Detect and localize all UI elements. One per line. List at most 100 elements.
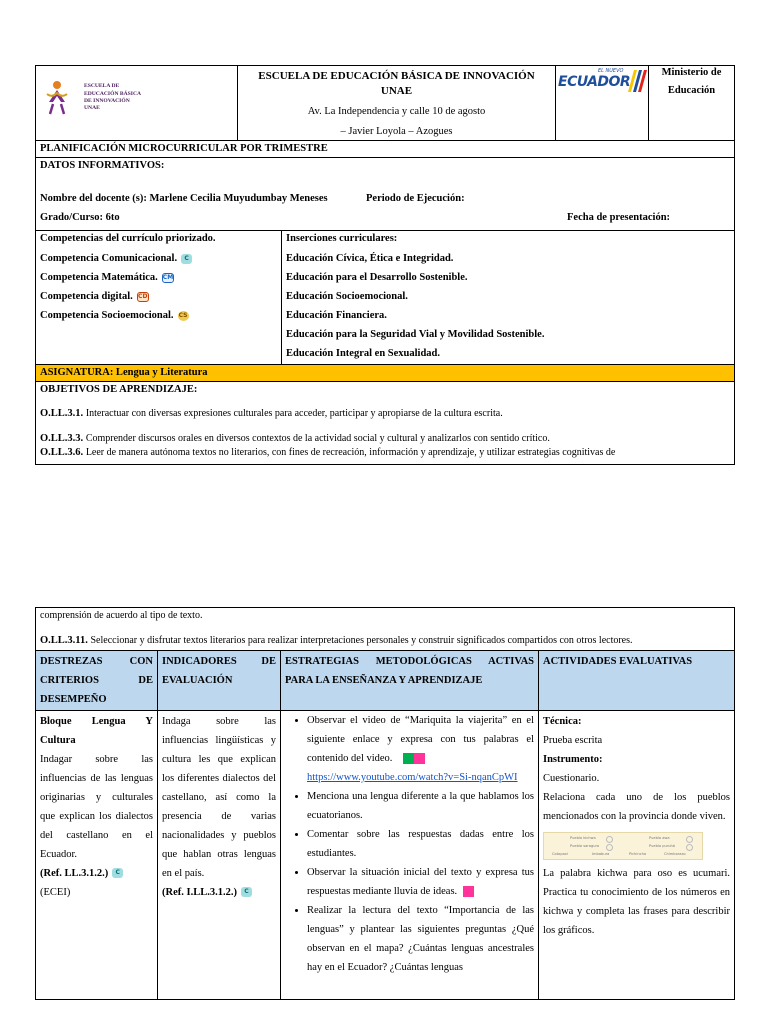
grado-label: Grado/Curso: 6to <box>40 212 120 224</box>
objetivo-text: Seleccionar y disfrutar textos literario… <box>90 634 633 646</box>
comunicacional-icon: C <box>112 868 124 879</box>
insercion-item: Educación Integral en Sexualidad. <box>286 348 441 360</box>
objetivo-1: O.LL.3.1. Interactuar con diversas expre… <box>40 407 730 421</box>
objetivo-4: O.LL.3.11. Seleccionar y disfrutar texto… <box>40 634 730 648</box>
circle-icon <box>686 835 693 843</box>
estrategia-item: Realizar la lectura del texto “Importanc… <box>307 901 534 977</box>
periodo-label: Periodo de Ejecución: <box>366 193 465 205</box>
instrumento-value: Cuestionario. <box>543 772 600 784</box>
objetivo-code: O.LL.3.6. <box>40 446 84 458</box>
pink-marker-icon <box>414 752 426 764</box>
tecnica-value: Prueba escrita <box>543 734 603 746</box>
competencia-matematica: Competencia Matemática. CM <box>40 268 277 287</box>
school-address: Av. La Independencia y calle 10 de agost… <box>307 105 486 117</box>
objetivos-cell: OBJETIVOS DE APRENDIZAJE: O.LL.3.1. Inte… <box>34 381 736 466</box>
mini-cell: Pueblo saraguro <box>570 843 600 848</box>
objetivos-title: OBJETIVOS DE APRENDIZAJE: <box>40 384 198 396</box>
estrategias-list: Observar el video de “Mariquita la viaje… <box>285 711 534 977</box>
school-logo-icon <box>46 81 68 115</box>
estrategia-text: Observar la situación inicial del texto … <box>307 866 534 897</box>
indicadores-cell: Indaga sobre las influencias lingüística… <box>157 709 281 1000</box>
info-table: PLANIFICACIÓN MICROCURRICULAR POR TRIMES… <box>34 140 736 466</box>
video-link[interactable]: https://www.youtube.com/watch?v=Si-nqanC… <box>307 772 518 783</box>
header-table: ESCUELA DE EDUCACIÓN BÁSICA DE INNOVACIÓ… <box>35 64 735 142</box>
competencia-label: Competencia digital. <box>40 291 133 303</box>
destrezas-ref: (Ref. LL.3.1.2.) C <box>40 864 153 883</box>
objetivo-text: Interactuar con diversas expresiones cul… <box>85 407 503 419</box>
digital-icon: CD <box>136 291 149 302</box>
ecuador-logo-text: ECUADOR <box>558 74 631 90</box>
ministry-cell: Ministerio de Educación <box>648 64 735 142</box>
estrategia-item: Comentar sobre las respuestas dadas entr… <box>307 825 534 863</box>
school-logo-line: UNAE <box>84 105 100 112</box>
school-location: – Javier Loyola – Azogues <box>340 125 453 137</box>
competencia-label: Competencia Matemática. <box>40 272 158 284</box>
destrezas-text: Indagar sobre las influencias de las len… <box>40 753 153 860</box>
docente-label: Nombre del docente (s): Marlene Cecilia … <box>40 193 328 205</box>
estrategia-item: Menciona una lengua diferente a la que h… <box>307 787 534 825</box>
relaciona-text: Relaciona cada uno de los pueblos mencio… <box>543 791 731 822</box>
school-logo-line: DE INNOVACIÓN <box>84 98 130 104</box>
matching-exercise-image: Pueblo kichwa Pueblo awa Pueblo saraguro… <box>543 831 703 860</box>
competencia-comunicacional: Competencia Comunicacional. C <box>40 249 277 268</box>
flag-stripes-icon <box>628 70 647 92</box>
circle-icon <box>686 843 693 851</box>
objetivo-code: O.LL.3.1. <box>40 407 84 419</box>
mini-cell: Imbabura <box>592 851 610 856</box>
circle-icon <box>606 843 613 851</box>
col-header-actividades: ACTIVIDADES EVALUATIVAS <box>537 649 736 711</box>
destrezas-ref-label: (Ref. LL.3.1.2.) <box>40 867 109 879</box>
mini-cell: Cotopaxi <box>552 851 568 856</box>
competencia-label: Competencia Comunicacional. <box>40 253 178 265</box>
mini-cell: Pichincha <box>629 851 647 856</box>
mini-cell: Pueblo awa <box>649 835 670 840</box>
mini-cell: Pueblo puruhá <box>649 843 676 848</box>
datos-title: DATOS INFORMATIVOS: <box>40 160 165 172</box>
objetivo-code: O.LL.3.11. <box>40 634 88 646</box>
inserciones-cell: Inserciones curriculares: Educación Cívi… <box>280 230 736 366</box>
ministry-line1: Ministerio de <box>661 67 722 78</box>
estrategias-cell: Observar el video de “Mariquita la viaje… <box>280 709 539 1000</box>
comunicacional-icon: C <box>240 887 252 898</box>
objetivo-3: O.LL.3.6. Leer de manera autónoma textos… <box>40 446 730 460</box>
asignatura: ASIGNATURA: Lengua y Literatura <box>34 364 736 383</box>
socioemocional-icon: CS <box>177 310 189 321</box>
school-logo-cell: ESCUELA DE EDUCACIÓN BÁSICA DE INNOVACIÓ… <box>35 64 238 142</box>
mini-cell: Chimborazo <box>664 851 686 856</box>
objetivo-3-cont: comprensión de acuerdo al tipo de texto. <box>40 610 203 621</box>
plan-table: comprensión de acuerdo al tipo de texto.… <box>34 607 736 1000</box>
estrategia-item: Observar la situación inicial del texto … <box>307 863 534 901</box>
datos-cell: DATOS INFORMATIVOS: Nombre del docente (… <box>34 157 736 232</box>
ministry-line2: Educación <box>667 85 716 97</box>
fecha-label: Fecha de presentación: <box>567 212 671 224</box>
objetivos-cont-cell: comprensión de acuerdo al tipo de texto.… <box>34 607 736 651</box>
school-logo-line: ESCUELA DE <box>84 83 120 90</box>
competencia-digital: Competencia digital. CD <box>40 287 277 306</box>
insercion-item: Educación Socioemocional. <box>286 291 408 303</box>
plan-title: PLANIFICACIÓN MICROCURRICULAR POR TRIMES… <box>34 140 736 159</box>
matematica-icon: CM <box>161 272 174 283</box>
competencia-label: Competencia Socioemocional. <box>40 310 174 322</box>
insercion-item: Educación Cívica, Ética e Integridad. <box>286 253 454 265</box>
estrategia-item: Observar el video de “Mariquita la viaje… <box>307 711 534 787</box>
competencias-cell: Competencias del currículo priorizado. C… <box>35 230 282 366</box>
insercion-item: Educación Financiera. <box>286 310 387 322</box>
inserciones-title: Inserciones curriculares: <box>286 233 398 245</box>
objetivo-2: O.LL.3.3. Comprender discursos orales en… <box>40 432 730 446</box>
objetivo-code: O.LL.3.3. <box>40 432 84 444</box>
col-header-indicadores: INDICADORES DE EVALUACIÓN <box>157 649 281 711</box>
destrezas-cell: Bloque Lengua Y Cultura Indagar sobre la… <box>35 709 158 1000</box>
school-info-cell: ESCUELA DE EDUCACIÓN BÁSICA DE INNOVACIÓ… <box>237 64 556 142</box>
competencias-title: Competencias del currículo priorizado. <box>40 233 216 245</box>
ecuador-logo-cell: EL NUEVO ECUADOR <box>555 64 649 142</box>
instrumento-label: Instrumento: <box>543 753 603 765</box>
school-logo-line: EDUCACIÓN BÁSICA <box>84 90 142 97</box>
indicadores-ref-label: (Ref. I.LL.3.1.2.) <box>162 886 237 898</box>
pink-marker-icon <box>463 885 475 897</box>
competencia-socioemocional: Competencia Socioemocional. CS <box>40 306 277 325</box>
tecnica-label: Técnica: <box>543 715 582 727</box>
school-name: ESCUELA DE EDUCACIÓN BÁSICA DE INNOVACIÓ… <box>258 70 535 97</box>
indicadores-ref: (Ref. I.LL.3.1.2.) C <box>162 883 276 902</box>
page-1: ESCUELA DE EDUCACIÓN BÁSICA DE INNOVACIÓ… <box>34 64 736 466</box>
destrezas-ecei: (ECEI) <box>40 886 71 898</box>
